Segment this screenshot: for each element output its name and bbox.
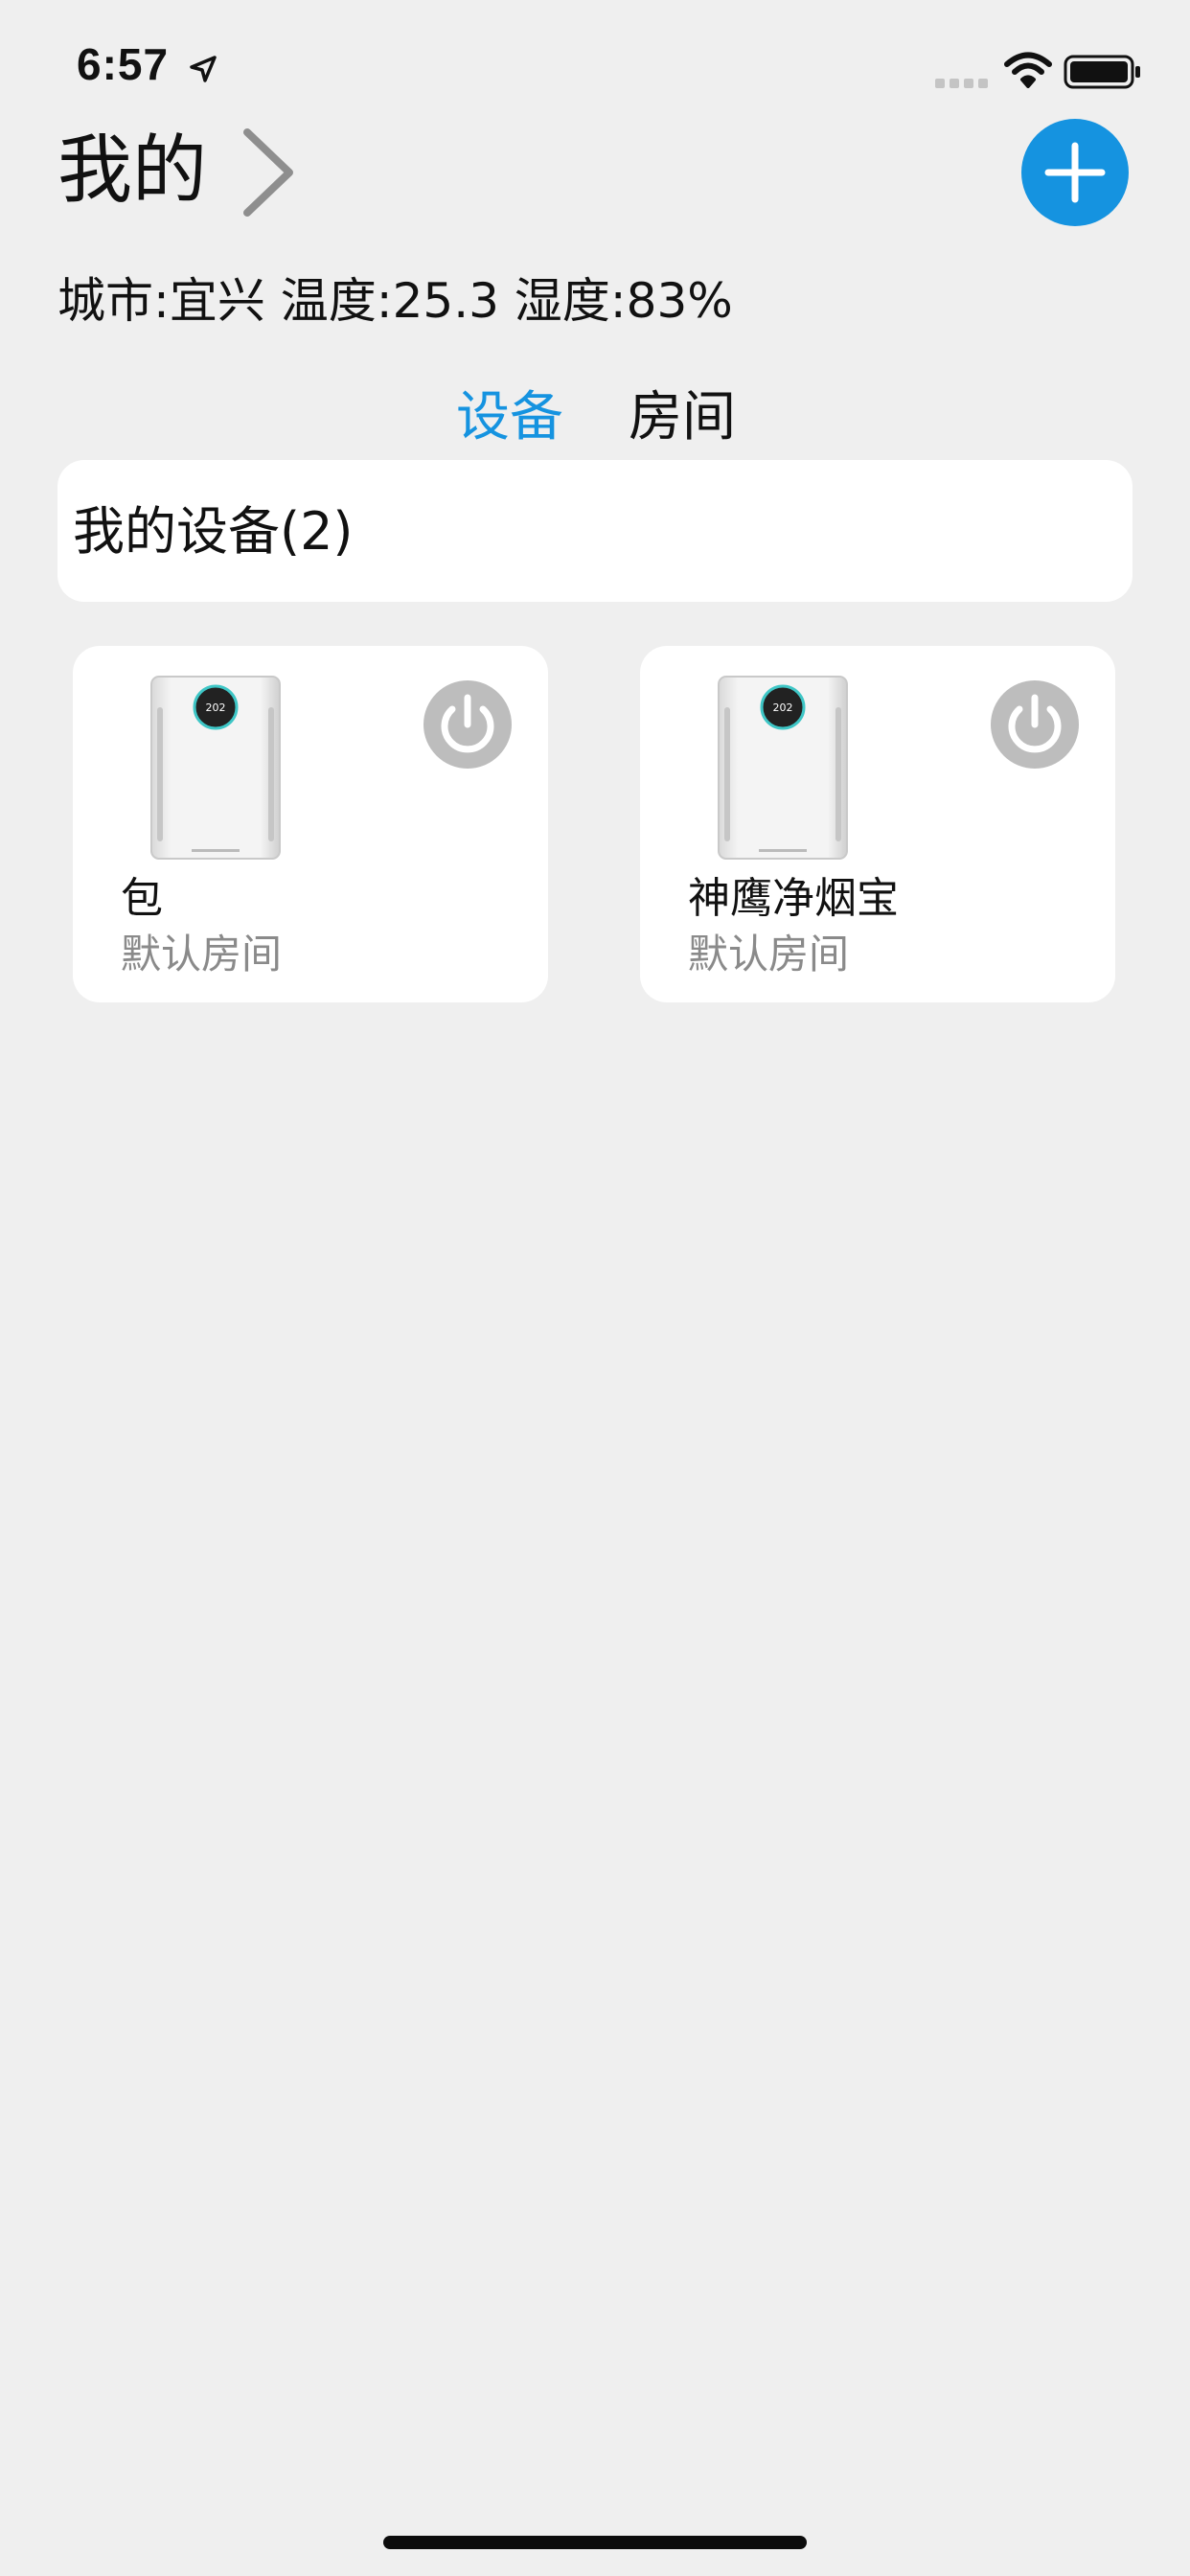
wifi-icon: [1004, 52, 1052, 88]
section-title: 我的设备(2): [73, 501, 354, 562]
device-card[interactable]: 202 神鹰净烟宝 默认房间: [640, 646, 1115, 1002]
tab-devices[interactable]: 设备: [456, 380, 563, 456]
my-devices-section[interactable]: 我的设备(2): [57, 460, 1133, 602]
status-time: 6:57: [77, 39, 170, 89]
device-name: 包: [121, 874, 163, 923]
cellular-signal-icon: [935, 79, 988, 88]
svg-text:202: 202: [206, 702, 226, 714]
status-bar: 6:57: [0, 0, 1190, 134]
add-device-button[interactable]: [1021, 119, 1129, 226]
air-purifier-image: 202: [718, 676, 848, 860]
device-room: 默认房间: [688, 931, 850, 978]
power-button[interactable]: [423, 680, 512, 769]
power-icon: [1008, 694, 1062, 753]
tab-bar: 设备 房间: [0, 380, 1190, 456]
location-arrow-icon: [190, 56, 217, 82]
air-purifier-image: 202: [150, 676, 281, 860]
tab-rooms[interactable]: 房间: [629, 380, 736, 456]
chevron-right-icon[interactable]: [240, 126, 297, 218]
device-room: 默认房间: [121, 931, 283, 978]
page-title: 我的: [57, 127, 208, 214]
svg-text:202: 202: [773, 702, 793, 714]
device-name: 神鹰净烟宝: [688, 874, 899, 923]
home-indicator[interactable]: [383, 2536, 807, 2549]
power-icon: [441, 694, 494, 753]
power-button[interactable]: [991, 680, 1079, 769]
weather-info: 城市:宜兴 温度:25.3 湿度:83%: [57, 273, 733, 329]
plus-icon: [1044, 142, 1106, 203]
battery-icon: [1064, 55, 1140, 89]
device-card[interactable]: 202 包 默认房间: [73, 646, 548, 1002]
